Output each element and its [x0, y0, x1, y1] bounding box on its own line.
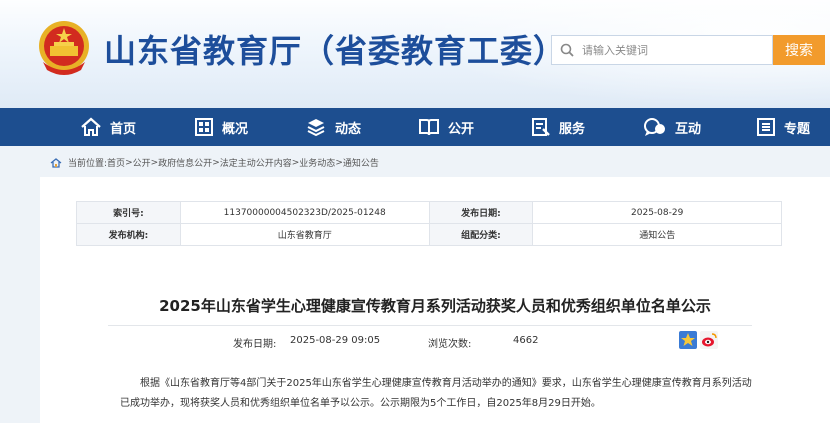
category-value: 通知公告 — [532, 223, 782, 246]
breadcrumb-separator: > — [291, 157, 300, 168]
publish-time-label: 发布日期: — [233, 339, 277, 350]
table-row: 索引号: 11370000004502323D/2025-01248 发布日期:… — [76, 201, 782, 224]
category-label: 组配分类: — [428, 223, 534, 246]
main-nav: 首页 概况 动态 公开 服务 互动 专题 — [0, 108, 830, 146]
site-header: 山东省教育厅（省委教育工委） 搜索 — [0, 0, 830, 108]
breadcrumb: 当前位置: 首页 > 公开 > 政府信息公开 > 法定主动公开内容 > 业务动态 > 通知… — [50, 156, 379, 169]
national-emblem-icon[interactable] — [35, 18, 93, 78]
breadcrumb-link-statutory[interactable]: 法定主动公开内容 — [220, 156, 292, 169]
nav-item-news[interactable]: 动态 — [305, 108, 361, 146]
nav-item-topic[interactable]: 专题 — [756, 108, 810, 146]
service-icon — [532, 118, 550, 136]
breadcrumb-separator: > — [212, 157, 220, 168]
breadcrumb-link-gov-info[interactable]: 政府信息公开 — [158, 156, 212, 169]
breadcrumb-prefix: 当前位置: — [68, 159, 108, 169]
nav-item-home[interactable]: 首页 — [80, 108, 136, 146]
nav-item-label: 概况 — [222, 121, 249, 137]
search-icon — [552, 36, 582, 64]
news-icon — [307, 119, 325, 137]
breadcrumb-link-business[interactable]: 业务动态 — [299, 156, 335, 169]
chat-icon — [644, 118, 665, 136]
content-panel: 索引号: 11370000004502323D/2025-01248 发布日期:… — [40, 177, 830, 423]
table-row: 发布机构: 山东省教育厅 组配分类: 通知公告 — [76, 223, 782, 246]
article-title: 2025年山东省学生心理健康宣传教育月系列活动获奖人员和优秀组织单位名单公示 — [159, 297, 711, 315]
breadcrumb-link-open[interactable]: 公开 — [133, 156, 151, 169]
topic-icon — [757, 118, 775, 136]
publish-time-value: 2025-08-29 09:05 — [290, 335, 381, 346]
nav-item-overview[interactable]: 概况 — [194, 108, 248, 146]
search-box — [551, 35, 773, 65]
breadcrumb-link-home[interactable]: 首页 — [107, 156, 125, 169]
nav-item-label: 动态 — [335, 121, 362, 137]
nav-item-label: 互动 — [675, 121, 702, 137]
search-input[interactable] — [582, 43, 762, 57]
publish-date-label: 发布日期: — [428, 201, 534, 224]
home-icon — [81, 117, 101, 136]
nav-item-label: 专题 — [784, 121, 811, 137]
breadcrumb-link-notice[interactable]: 通知公告 — [343, 156, 379, 169]
index-number-label: 索引号: — [76, 201, 181, 224]
overview-icon — [195, 118, 213, 136]
meta-table: 索引号: 11370000004502323D/2025-01248 发布日期:… — [76, 201, 782, 246]
breadcrumb-separator: > — [335, 157, 343, 168]
article-body: 根据《山东省教育厅等4部门关于2025年山东省学生心理健康宣传教育月活动举办的通… — [120, 374, 760, 414]
nav-item-open[interactable]: 公开 — [418, 108, 474, 146]
breadcrumb-home-icon — [50, 157, 62, 168]
qzone-share-icon[interactable] — [679, 331, 697, 349]
nav-item-interact[interactable]: 互动 — [643, 108, 701, 146]
publish-date-value: 2025-08-29 — [532, 201, 782, 224]
nav-item-label: 服务 — [559, 121, 586, 137]
index-number-value: 11370000004502323D/2025-01248 — [179, 201, 430, 224]
views-label: 浏览次数: — [428, 339, 472, 350]
publisher-label: 发布机构: — [76, 223, 181, 246]
site-title[interactable]: 山东省教育厅（省委教育工委） — [104, 26, 566, 72]
weibo-share-icon[interactable] — [700, 331, 718, 349]
article-paragraph: 根据《山东省教育厅等4部门关于2025年山东省学生心理健康宣传教育月活动举办的通… — [120, 378, 752, 409]
search-button[interactable]: 搜索 — [773, 35, 825, 65]
breadcrumb-separator: > — [150, 157, 159, 168]
breadcrumb-separator: > — [125, 157, 133, 168]
book-icon — [419, 119, 439, 136]
nav-item-label: 公开 — [448, 121, 475, 137]
views-value: 4662 — [513, 335, 539, 346]
nav-item-label: 首页 — [110, 121, 137, 137]
title-divider — [108, 325, 752, 326]
nav-item-service[interactable]: 服务 — [531, 108, 585, 146]
publisher-value: 山东省教育厅 — [179, 223, 430, 246]
